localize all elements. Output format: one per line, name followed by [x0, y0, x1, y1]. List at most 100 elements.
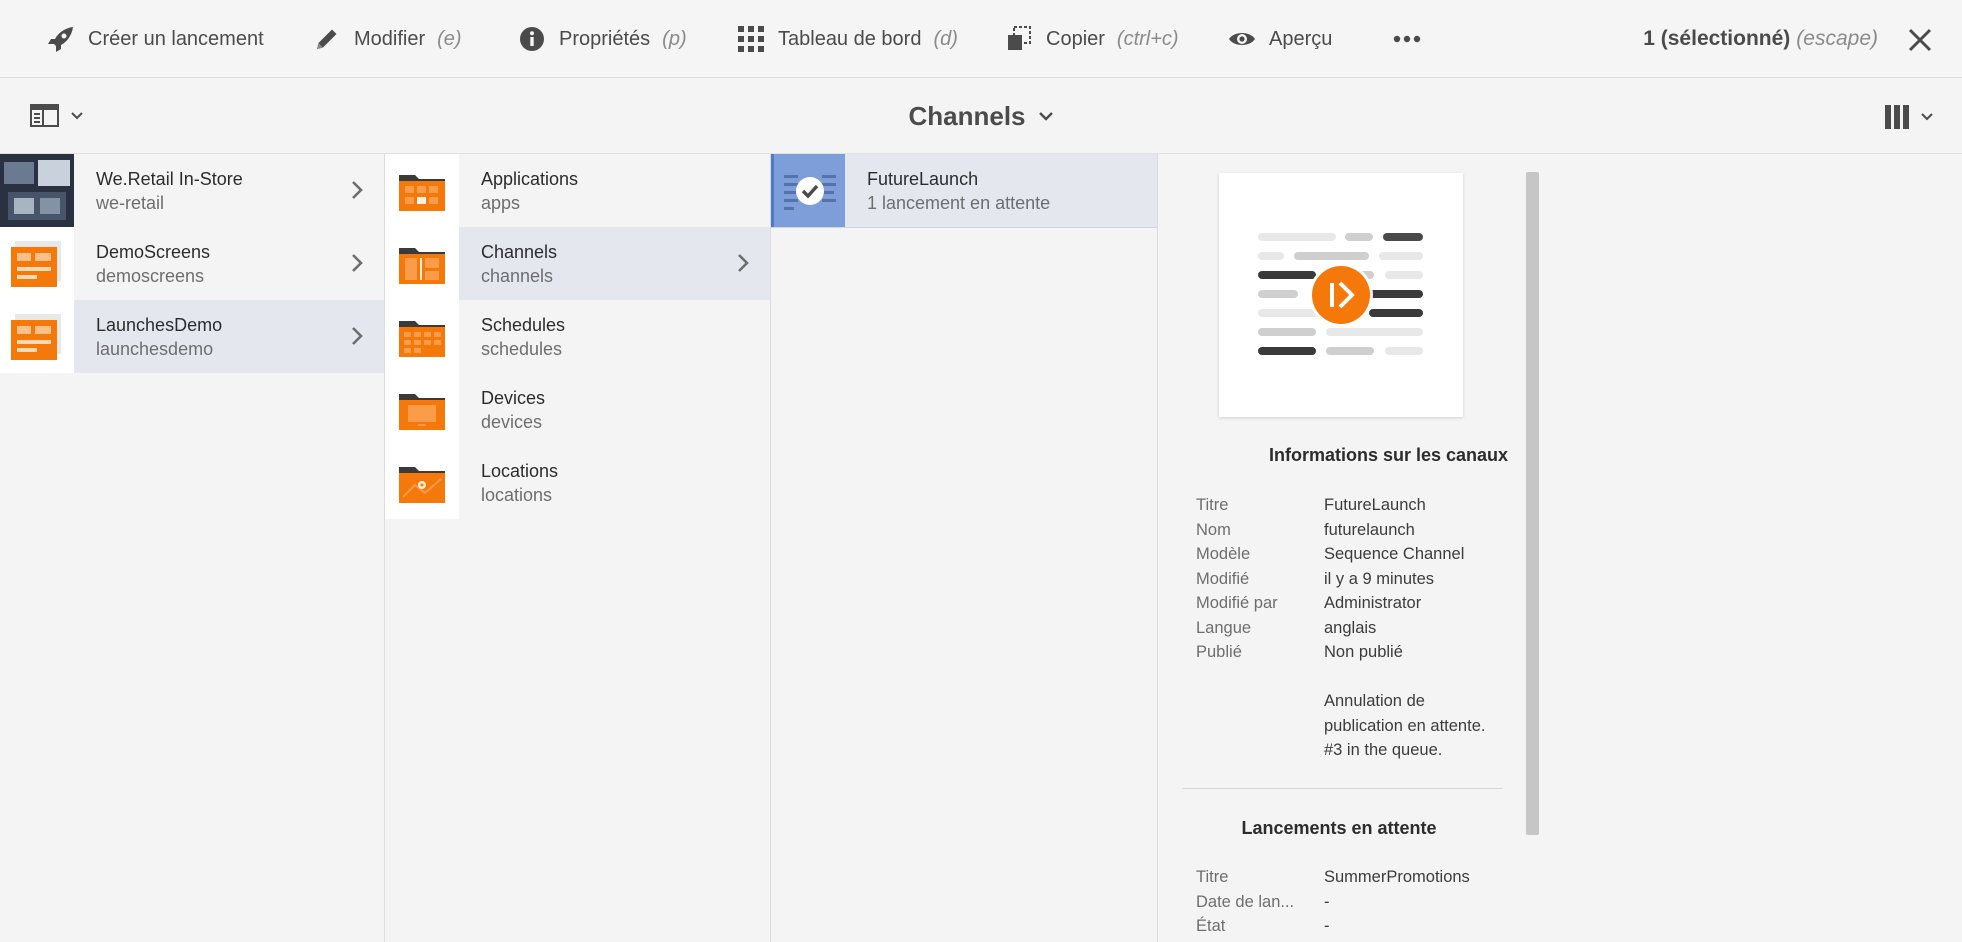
- create-launch-button[interactable]: Créer un lancement: [46, 0, 264, 78]
- item-title: Applications: [481, 168, 579, 189]
- chevron-right-icon: [738, 254, 749, 272]
- details-panel: Informations sur les canaux Titre FutureL…: [1158, 154, 1544, 942]
- pending-launch-properties: Titre SummerPromotions Date de lan... - Ét…: [1196, 865, 1516, 939]
- property-key: Modifié par: [1196, 594, 1278, 612]
- ellipsis-icon: [1392, 24, 1422, 54]
- close-icon: [1908, 28, 1932, 52]
- preview-button[interactable]: Aperçu: [1227, 0, 1332, 78]
- channel-preview-thumbnail: [1219, 173, 1463, 417]
- column-folders: Applications apps Channels channels Sche…: [385, 154, 771, 942]
- property-key: Date de lan...: [1196, 892, 1295, 911]
- property-key: Titre: [1196, 496, 1229, 514]
- info-icon: [517, 24, 547, 54]
- edit-shortcut: (e): [437, 27, 462, 50]
- folder-icon: [385, 373, 459, 446]
- property-value: Administrator: [1324, 594, 1422, 612]
- list-item-futurelaunch[interactable]: FutureLaunch 1 lancement en attente: [771, 154, 1157, 228]
- publish-note-line: Annulation de: [1324, 692, 1425, 710]
- property-key: Publié: [1196, 643, 1242, 661]
- dashboard-button[interactable]: Tableau de bord (d): [736, 0, 958, 78]
- selection-status: 1 (sélectionné) (escape): [1643, 0, 1878, 78]
- property-row: État -: [1196, 914, 1516, 939]
- publish-status-note: Annulation de publication en attente. #3…: [1324, 689, 1504, 763]
- channel-properties: Titre FutureLaunch Nom futurelaunch Modèle…: [1196, 493, 1516, 665]
- pencil-icon: [312, 24, 342, 54]
- publish-note-line: #3 in the queue.: [1324, 741, 1443, 759]
- close-selection-button[interactable]: [1906, 26, 1934, 54]
- property-value: FutureLaunch: [1324, 496, 1426, 514]
- more-actions-button[interactable]: [1392, 0, 1422, 78]
- chevron-right-icon: [352, 327, 363, 345]
- list-item-locations[interactable]: Locations locations: [385, 446, 770, 519]
- dashboard-shortcut: (d): [933, 27, 958, 50]
- item-title: Channels: [481, 241, 558, 262]
- pending-launches-heading: Lancements en attente: [1241, 818, 1437, 838]
- item-name: apps: [481, 192, 521, 213]
- pending-launch-link[interactable]: SummerPromotions: [1324, 865, 1470, 890]
- property-row: Modifié par Administrator: [1196, 591, 1516, 616]
- property-key: Nom: [1196, 520, 1231, 539]
- property-row: Nom futurelaunch: [1196, 518, 1516, 543]
- property-row: Modifié il y a 9 minutes: [1196, 567, 1516, 592]
- page-title: Channels: [908, 100, 1026, 131]
- property-value: futurelaunch: [1324, 520, 1415, 539]
- list-item-channels[interactable]: Channels channels: [385, 227, 770, 300]
- item-name: we-retail: [96, 192, 165, 213]
- copy-button[interactable]: Copier (ctrl+c): [1004, 0, 1179, 78]
- property-row: Publié Non publié: [1196, 640, 1516, 665]
- grid-icon: [736, 24, 766, 54]
- property-value: il y a 9 minutes: [1324, 569, 1435, 588]
- list-item-demoscreens[interactable]: DemoScreens demoscreens: [0, 227, 384, 300]
- section-divider: [1182, 788, 1502, 789]
- view-switcher-button[interactable]: [1884, 104, 1934, 130]
- properties-button[interactable]: Propriétés (p): [517, 0, 687, 78]
- list-item-we-retail[interactable]: We.Retail In-Store we-retail: [0, 154, 384, 227]
- item-thumbnail: [0, 227, 74, 300]
- item-name: channels: [481, 265, 554, 286]
- copy-shortcut: (ctrl+c): [1116, 27, 1179, 50]
- item-name: locations: [481, 484, 553, 505]
- details-scrollbar[interactable]: [1526, 172, 1539, 835]
- item-thumbnail: [0, 154, 74, 227]
- channel-info-heading: Informations sur les canaux: [1268, 445, 1509, 465]
- property-value: -: [1324, 892, 1330, 911]
- folder-icon: [385, 446, 459, 519]
- list-item-devices[interactable]: Devices devices: [385, 373, 770, 446]
- edit-label: Modifier: [354, 27, 426, 50]
- chevron-down-icon: [1921, 113, 1933, 121]
- property-row: Modèle Sequence Channel: [1196, 542, 1516, 567]
- list-item-launchesdemo[interactable]: LaunchesDemo launchesdemo: [0, 300, 384, 373]
- preview-label: Aperçu: [1269, 27, 1333, 50]
- list-item-schedules[interactable]: Schedules schedules: [385, 300, 770, 373]
- publish-note-line: publication en attente.: [1324, 716, 1486, 735]
- dashboard-label: Tableau de bord: [778, 27, 922, 50]
- column-view-icon: [1885, 105, 1909, 129]
- properties-shortcut: (p): [662, 27, 687, 50]
- item-title: FutureLaunch: [867, 168, 979, 189]
- property-value: -: [1324, 917, 1330, 935]
- item-thumbnail: [0, 300, 74, 373]
- list-item-applications[interactable]: Applications apps: [385, 154, 770, 227]
- property-row: Langue anglais: [1196, 616, 1516, 641]
- property-key: Modifié: [1196, 569, 1250, 588]
- property-row: Titre FutureLaunch: [1196, 493, 1516, 518]
- item-title: LaunchesDemo: [96, 314, 223, 335]
- property-key: Titre: [1196, 868, 1229, 886]
- copy-icon: [1004, 24, 1034, 54]
- breadcrumb-title[interactable]: Channels: [0, 78, 1962, 154]
- edit-button[interactable]: Modifier (e): [312, 0, 462, 78]
- item-title: Devices: [481, 387, 546, 408]
- column-channels: FutureLaunch 1 lancement en attente: [771, 154, 1158, 942]
- chevron-right-icon: [352, 181, 363, 199]
- copy-label: Copier: [1046, 27, 1105, 50]
- eye-icon: [1227, 24, 1257, 54]
- item-name: demoscreens: [96, 265, 205, 286]
- chevron-down-icon: [1038, 112, 1053, 121]
- property-row: Date de lan... -: [1196, 890, 1516, 915]
- selection-escape-hint: (escape): [1796, 27, 1878, 50]
- property-key: Langue: [1196, 618, 1252, 637]
- property-value: Non publié: [1324, 643, 1403, 661]
- item-thumbnail: [771, 154, 845, 227]
- column-sites: We.Retail In-Store we-retail DemoScreens…: [0, 154, 385, 942]
- property-value: anglais: [1324, 618, 1377, 637]
